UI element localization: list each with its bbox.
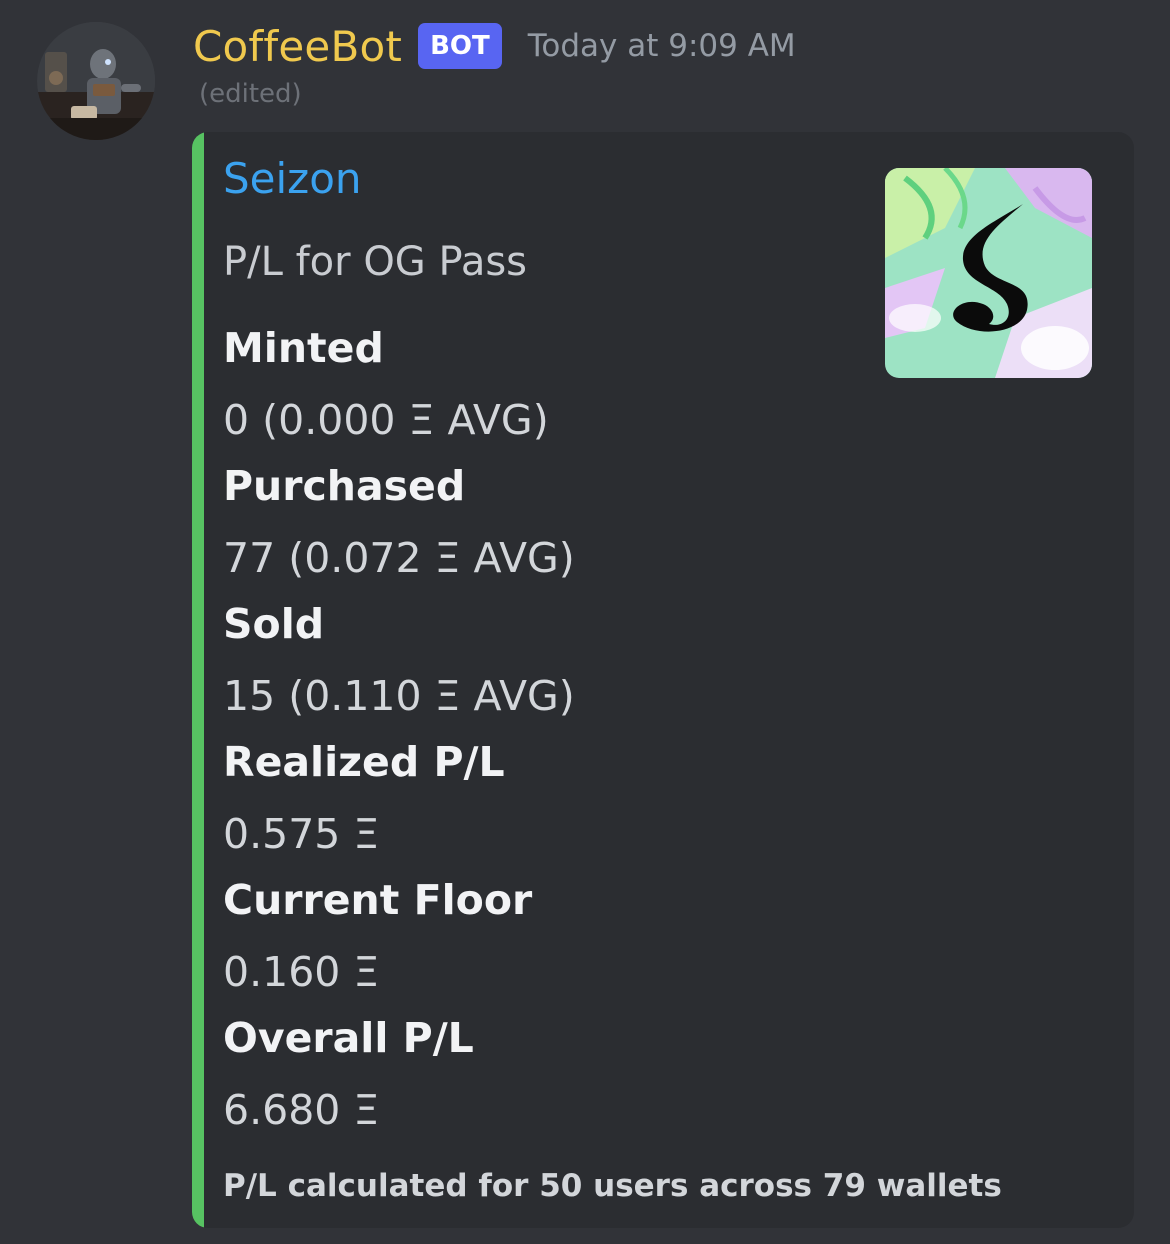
field-value-current-floor: 0.160 Ξ	[223, 948, 380, 996]
field-name-sold: Sold	[223, 600, 325, 648]
embed-description: P/L for OG Pass	[223, 239, 528, 285]
embed-accent-bar	[192, 132, 204, 1228]
field-value-minted: 0 (0.000 Ξ AVG)	[223, 396, 549, 444]
field-value-purchased: 77 (0.072 Ξ AVG)	[223, 534, 575, 582]
pl-embed: Seizon P/L for OG Pass Minted 0 (0.000 Ξ…	[192, 132, 1134, 1228]
bot-badge: BOT	[418, 23, 502, 69]
author-name[interactable]: CoffeeBot	[193, 22, 402, 71]
bot-avatar[interactable]	[37, 22, 155, 140]
chat-message: CoffeeBot BOT Today at 9:09 AM (edited) …	[0, 0, 1170, 1244]
field-value-sold: 15 (0.110 Ξ AVG)	[223, 672, 575, 720]
embed-footer: P/L calculated for 50 users across 79 wa…	[223, 1168, 1002, 1204]
seizon-collection-thumbnail-icon	[885, 168, 1092, 378]
field-name-purchased: Purchased	[223, 462, 466, 510]
message-timestamp[interactable]: Today at 9:09 AM	[528, 28, 796, 64]
field-name-realized-pl: Realized P/L	[223, 738, 505, 786]
robot-avatar-icon	[37, 22, 155, 140]
edited-label: (edited)	[199, 79, 302, 109]
field-value-overall-pl: 6.680 Ξ	[223, 1086, 380, 1134]
message-header: CoffeeBot BOT Today at 9:09 AM	[193, 18, 796, 74]
embed-author[interactable]: Seizon	[223, 154, 362, 203]
embed-thumbnail[interactable]	[885, 168, 1092, 378]
field-name-overall-pl: Overall P/L	[223, 1014, 474, 1062]
field-value-realized-pl: 0.575 Ξ	[223, 810, 380, 858]
field-name-minted: Minted	[223, 324, 384, 372]
field-name-current-floor: Current Floor	[223, 876, 533, 924]
